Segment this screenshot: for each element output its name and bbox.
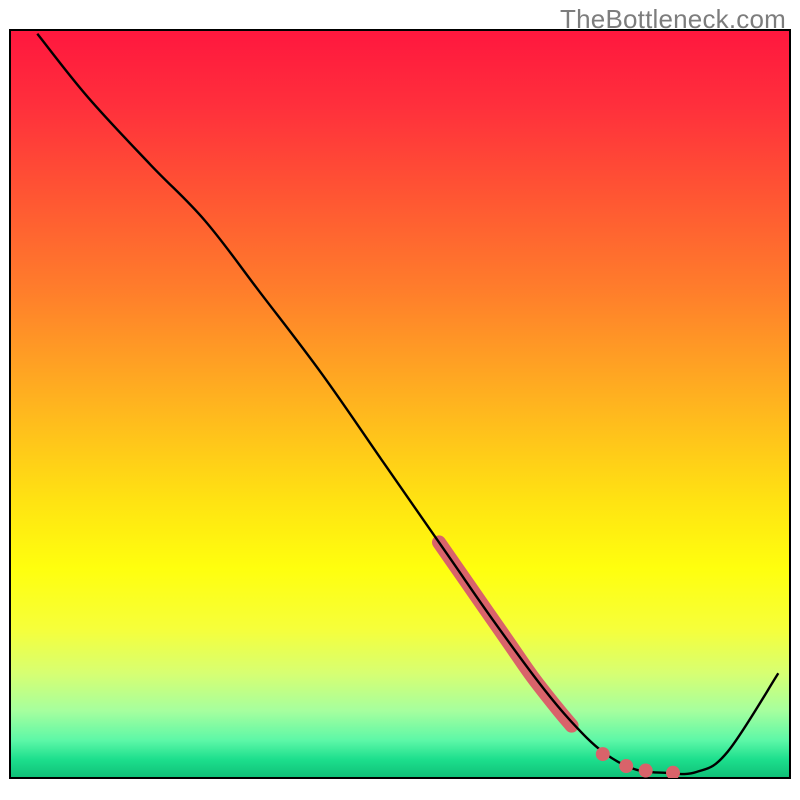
highlight-dot [596,747,610,761]
highlight-dot [666,766,680,780]
highlight-dot [619,759,633,773]
bottleneck-chart [0,0,800,800]
gradient-background [10,30,790,778]
highlight-dot [639,764,653,778]
watermark-text: TheBottleneck.com [560,4,786,35]
chart-stage: TheBottleneck.com [0,0,800,800]
